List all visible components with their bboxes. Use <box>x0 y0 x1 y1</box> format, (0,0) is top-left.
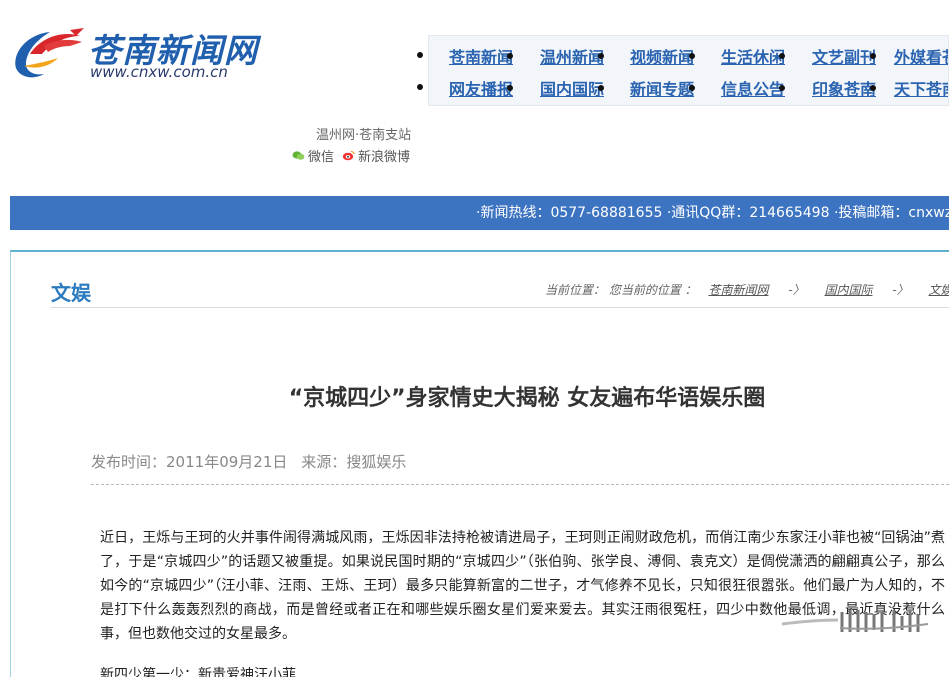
nav-link-impression-cangnan[interactable]: 印象苍南 <box>812 76 876 100</box>
bird-logo-icon <box>15 28 84 78</box>
nav-bullet <box>870 85 876 91</box>
source-label: 来源： <box>301 453 347 471</box>
breadcrumb-link-home[interactable]: 苍南新闻网 <box>708 283 768 297</box>
nav-link-life-leisure[interactable]: 生活休闲 <box>721 44 785 68</box>
nav-bullet <box>417 52 423 58</box>
weibo-label: 新浪微博 <box>358 150 411 165</box>
watermark-icon <box>781 610 929 632</box>
weibo-link[interactable]: 新浪微博 <box>334 146 410 165</box>
nav-bullet <box>779 53 785 59</box>
branch-station-link[interactable]: 温州网·苍南支站 <box>316 124 411 143</box>
weibo-icon <box>342 150 355 161</box>
article-subhead: 新四少第一少：新贵爱神汪小菲 <box>100 667 296 677</box>
breadcrumb: 当前位置： 您当前的位置 ： 苍南新闻网 -〉 国内国际 -〉 文娱 <box>545 281 949 298</box>
breadcrumb-separator: -〉 <box>892 283 909 297</box>
publish-date: 2011年09月21日 <box>166 453 288 471</box>
wechat-icon <box>292 151 305 160</box>
breadcrumb-link-entertainment[interactable]: 文娱 <box>929 283 949 297</box>
breadcrumb-label: 当前位置： 您当前的位置 ： <box>545 283 697 297</box>
nav-bullet <box>870 53 876 59</box>
section-title: 文娱 <box>51 281 91 305</box>
source-name: 搜狐娱乐 <box>346 453 407 471</box>
article-meta: 发布时间：2011年09月21日 来源：搜狐娱乐 <box>91 451 406 472</box>
nav-link-video-news[interactable]: 视频新闻 <box>630 44 694 68</box>
nav-link-arts-supplement[interactable]: 文艺副刊 <box>812 44 876 68</box>
nav-bullet <box>507 85 513 91</box>
meta-divider <box>91 484 949 485</box>
hotline-bar: ·新闻热线：0577-68881655 ·通讯QQ群：214665498 ·投稿… <box>10 196 949 230</box>
top-navigation: 苍南新闻 温州新闻 视频新闻 生活休闲 文艺副刊 外媒看苍南 网友播报 国内国际… <box>428 35 949 106</box>
nav-bullet <box>598 85 604 91</box>
wechat-label: 微信 <box>308 150 335 165</box>
publish-label: 发布时间： <box>91 453 167 471</box>
site-url: www.cnxw.com.cn <box>90 63 228 81</box>
wechat-link[interactable]: 微信 <box>292 146 334 165</box>
nav-link-netizen-report[interactable]: 网友播报 <box>449 76 513 100</box>
nav-link-wenzhou-news[interactable]: 温州新闻 <box>540 44 604 68</box>
breadcrumb-separator: -〉 <box>788 283 805 297</box>
nav-link-cangnan-people[interactable]: 天下苍南人 <box>894 76 948 100</box>
nav-bullet <box>689 85 695 91</box>
nav-link-notices[interactable]: 信息公告 <box>721 76 785 100</box>
nav-bullet <box>507 53 513 59</box>
nav-link-news-topics[interactable]: 新闻专题 <box>630 76 694 100</box>
nav-bullet <box>689 53 695 59</box>
social-links: 微信 新浪微博 <box>292 146 410 165</box>
nav-bullet <box>779 85 785 91</box>
nav-link-domestic-intl[interactable]: 国内国际 <box>540 76 604 100</box>
nav-bullet <box>417 84 423 90</box>
breadcrumb-link-domestic-intl[interactable]: 国内国际 <box>824 283 872 297</box>
site-logo[interactable]: 苍南新闻网 www.cnxw.com.cn <box>10 24 270 86</box>
article-title: “京城四少”身家情史大揭秘 女友遍布华语娱乐圈 <box>288 386 766 411</box>
nav-bullet <box>598 53 604 59</box>
section-divider <box>50 307 949 308</box>
nav-link-foreign-media[interactable]: 外媒看苍南 <box>894 44 948 68</box>
nav-link-cangnan-news[interactable]: 苍南新闻 <box>449 44 513 68</box>
